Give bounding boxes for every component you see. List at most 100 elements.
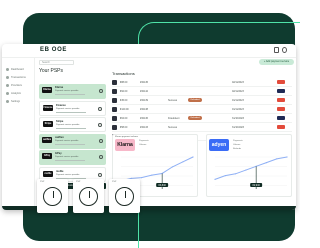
amount-cell: €120.00: [120, 108, 129, 111]
data-point: [151, 174, 153, 176]
data-point: [224, 175, 226, 177]
psp-name: GPay: [55, 152, 62, 155]
reference-cell: #32133: [140, 126, 148, 129]
settings-icon[interactable]: [99, 89, 103, 93]
table-row[interactable]: €88.00 #32145 02/11/2023: [112, 78, 292, 87]
add-psp-top-button[interactable]: + Add payment service provider: [259, 59, 294, 65]
sidebar-item[interactable]: Transactions: [6, 75, 32, 79]
amount-cell: €92.00: [120, 90, 128, 93]
psp-logo: mollie: [43, 170, 53, 177]
status-cell: Success: [168, 99, 178, 102]
search-input[interactable]: Search: [39, 60, 74, 65]
sidebar-item[interactable]: Dashboard: [6, 67, 32, 71]
sidebar-item[interactable]: Settings: [6, 99, 32, 103]
mini-card[interactable]: PSP: [73, 179, 104, 213]
psp-name: Finance: [56, 103, 66, 107]
psp-name: swiftex: [55, 135, 64, 139]
data-point: [276, 158, 278, 160]
nav-icon: [6, 91, 9, 95]
sidebar: Dashboard Transactions Providers Analytics S…: [2, 58, 35, 210]
method-badge: [277, 107, 285, 111]
settings-icon[interactable]: [98, 123, 102, 127]
amount-cell: €64.00: [120, 117, 128, 120]
psp-card[interactable]: Stripe Stripe Payment service provider: [39, 117, 106, 132]
highlight-value: €2,940: [252, 184, 260, 187]
amount-cell: €88.00: [120, 81, 128, 84]
table-row[interactable]: €120.00 #32138 01/11/2023: [112, 105, 292, 114]
table-row[interactable]: €64.00 #32136 Fraudulent Refunded 31/10/2023: [112, 114, 292, 123]
chart-card[interactable]: adyen Payments Volume Refunds €2,940: [206, 134, 292, 197]
date-cell: 31/10/2023: [232, 117, 244, 120]
psp-subtitle: Payment service provider: [56, 173, 80, 176]
data-point: [286, 156, 288, 158]
gauge-needle: [125, 191, 126, 198]
date-cell: 02/11/2023: [232, 81, 244, 84]
nav-icon: [6, 67, 9, 71]
profile-icon[interactable]: [282, 47, 287, 53]
status-pill: Refunded: [188, 116, 202, 120]
nav-icon: [6, 75, 9, 79]
mini-label: PSP: [40, 181, 45, 183]
table-row[interactable]: €45.00 #32139 Success Refunded 01/11/2023: [112, 96, 292, 105]
date-cell: 01/11/2023: [232, 99, 244, 102]
data-point: [234, 173, 237, 175]
provider-logo: [112, 80, 117, 85]
settings-icon[interactable]: [98, 172, 102, 177]
psp-progress: [55, 143, 85, 145]
data-point: [245, 169, 247, 171]
sidebar-item-label: Dashboard: [11, 67, 24, 71]
reference-cell: #32142: [140, 90, 148, 93]
settings-icon[interactable]: [99, 155, 103, 159]
psp-card[interactable]: swiftex swiftex Payment service provider: [39, 133, 106, 149]
psp-card[interactable]: GPay GPay Payment service provider: [39, 150, 106, 165]
psp-subtitle: Payment service provider: [56, 124, 80, 126]
date-cell: 31/10/2023: [232, 126, 244, 129]
psp-title: Your PSPs: [39, 68, 63, 74]
method-badge: [277, 125, 285, 129]
sidebar-item[interactable]: Providers: [6, 83, 32, 87]
status-cell: Success: [168, 126, 178, 129]
reference-cell: #32136: [140, 117, 148, 120]
highlight-value: €3,840: [158, 184, 166, 187]
psp-card[interactable]: Klarna Klarna Payment service provider: [39, 84, 106, 99]
amount-cell: €58.00: [120, 126, 128, 129]
sidebar-item[interactable]: Analytics: [6, 91, 32, 95]
psp-logo: swiftex: [42, 136, 52, 143]
table-row[interactable]: €92.00 #32142 02/11/2023: [112, 87, 292, 96]
psp-name: Klarna: [55, 86, 64, 89]
psp-logo: GPay: [42, 153, 52, 159]
series-line: [120, 156, 194, 182]
data-point: [182, 161, 184, 163]
settings-icon[interactable]: [98, 106, 102, 111]
mini-label: PSP: [76, 181, 81, 183]
mini-card[interactable]: PSP: [37, 179, 68, 213]
psp-progress: [55, 160, 85, 161]
mini-label: PSP: [112, 181, 117, 183]
gauge-icon: [43, 187, 62, 206]
date-cell: 02/11/2023: [232, 90, 244, 93]
date-cell: 01/11/2023: [232, 108, 244, 111]
provider-logo: [112, 116, 117, 121]
psp-subtitle: Payment service provider: [56, 107, 80, 110]
gauge-icon: [115, 187, 134, 206]
amount-cell: €45.00: [120, 99, 128, 102]
reference-cell: #32145: [140, 81, 148, 84]
method-badge: [277, 89, 285, 93]
psp-name: mollie: [56, 169, 64, 173]
provider-logo: [112, 107, 117, 112]
psp-logo: Stripe: [43, 121, 53, 127]
gauge-needle: [89, 191, 90, 198]
provider-logo: [112, 125, 117, 130]
app-logo[interactable]: EB OOE: [40, 47, 67, 53]
data-point: [265, 162, 268, 164]
method-badge: [277, 80, 285, 84]
notification-icon[interactable]: [274, 47, 279, 53]
psp-card[interactable]: Finance Finance Payment service provider: [39, 100, 106, 116]
psp-subtitle: Payment service provider: [55, 90, 79, 92]
gauge-needle: [53, 191, 54, 198]
settings-icon[interactable]: [99, 138, 103, 143]
mini-card[interactable]: PSP: [109, 179, 140, 213]
table-row[interactable]: €58.00 #32133 Success 31/10/2023: [112, 123, 292, 132]
provider-logo: [112, 98, 117, 103]
psp-logo: Klarna: [42, 87, 52, 93]
